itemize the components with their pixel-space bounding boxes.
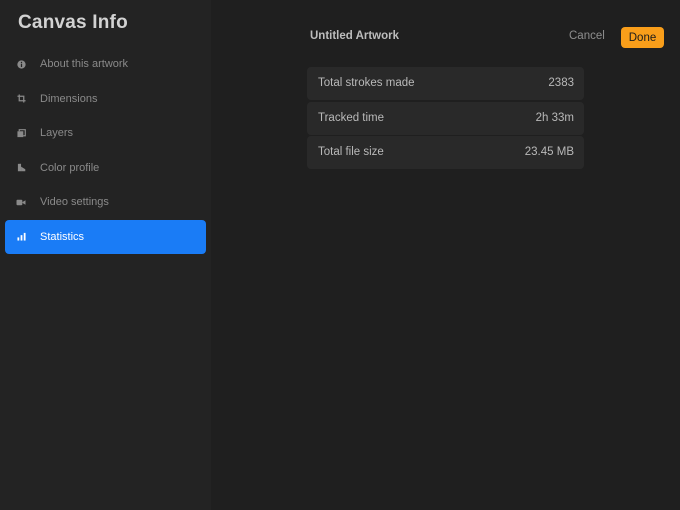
sidebar-item-label: Video settings	[40, 196, 109, 209]
statistics-list: Total strokes made 2383 Tracked time 2h …	[307, 67, 584, 171]
stat-label: Tracked time	[318, 111, 385, 124]
sidebar-item-label: Dimensions	[40, 92, 98, 105]
bar-chart-icon	[16, 232, 26, 242]
cancel-button[interactable]: Cancel	[569, 30, 605, 42]
layers-icon	[16, 128, 26, 138]
sidebar-item-video-settings[interactable]: Video settings	[5, 185, 206, 219]
sidebar-item-color-profile[interactable]: Color profile	[5, 151, 206, 185]
canvas-info-screen: Canvas Info About this artwork Dimension…	[0, 0, 680, 510]
sidebar-item-statistics[interactable]: Statistics	[5, 219, 206, 254]
sidebar-item-dimensions[interactable]: Dimensions	[5, 82, 206, 116]
stat-value: 23.45 MB	[524, 146, 574, 159]
done-button[interactable]: Done	[621, 27, 664, 48]
sidebar-title: Canvas Info	[18, 12, 128, 33]
sidebar-nav: About this artwork Dimensions Layers Col…	[5, 47, 206, 255]
sidebar: Canvas Info About this artwork Dimension…	[0, 0, 211, 510]
stat-label: Total file size	[318, 146, 384, 159]
sidebar-item-label: Statistics	[40, 230, 85, 243]
sidebar-item-about-this-artwork[interactable]: About this artwork	[5, 47, 206, 81]
main-panel: Untitled Artwork Cancel Done Total strok…	[211, 0, 680, 510]
sidebar-item-label: About this artwork	[40, 58, 129, 70]
stat-label: Total strokes made	[318, 77, 415, 89]
video-camera-icon	[16, 197, 26, 207]
stat-row-total-file-size: Total file size 23.45 MB	[307, 136, 584, 170]
sidebar-item-label: Layers	[40, 127, 74, 140]
sidebar-item-layers[interactable]: Layers	[5, 116, 206, 150]
crop-icon	[16, 94, 26, 104]
stat-value: 2h 33m	[535, 111, 574, 124]
stat-row-total-strokes: Total strokes made 2383	[307, 67, 584, 100]
info-icon	[16, 59, 26, 69]
sidebar-item-label: Color profile	[40, 161, 100, 174]
stat-row-tracked-time: Tracked time 2h 33m	[307, 101, 584, 135]
color-profile-icon	[16, 163, 26, 173]
stat-value: 2383	[548, 77, 574, 89]
artwork-title: Untitled Artwork	[310, 30, 400, 42]
